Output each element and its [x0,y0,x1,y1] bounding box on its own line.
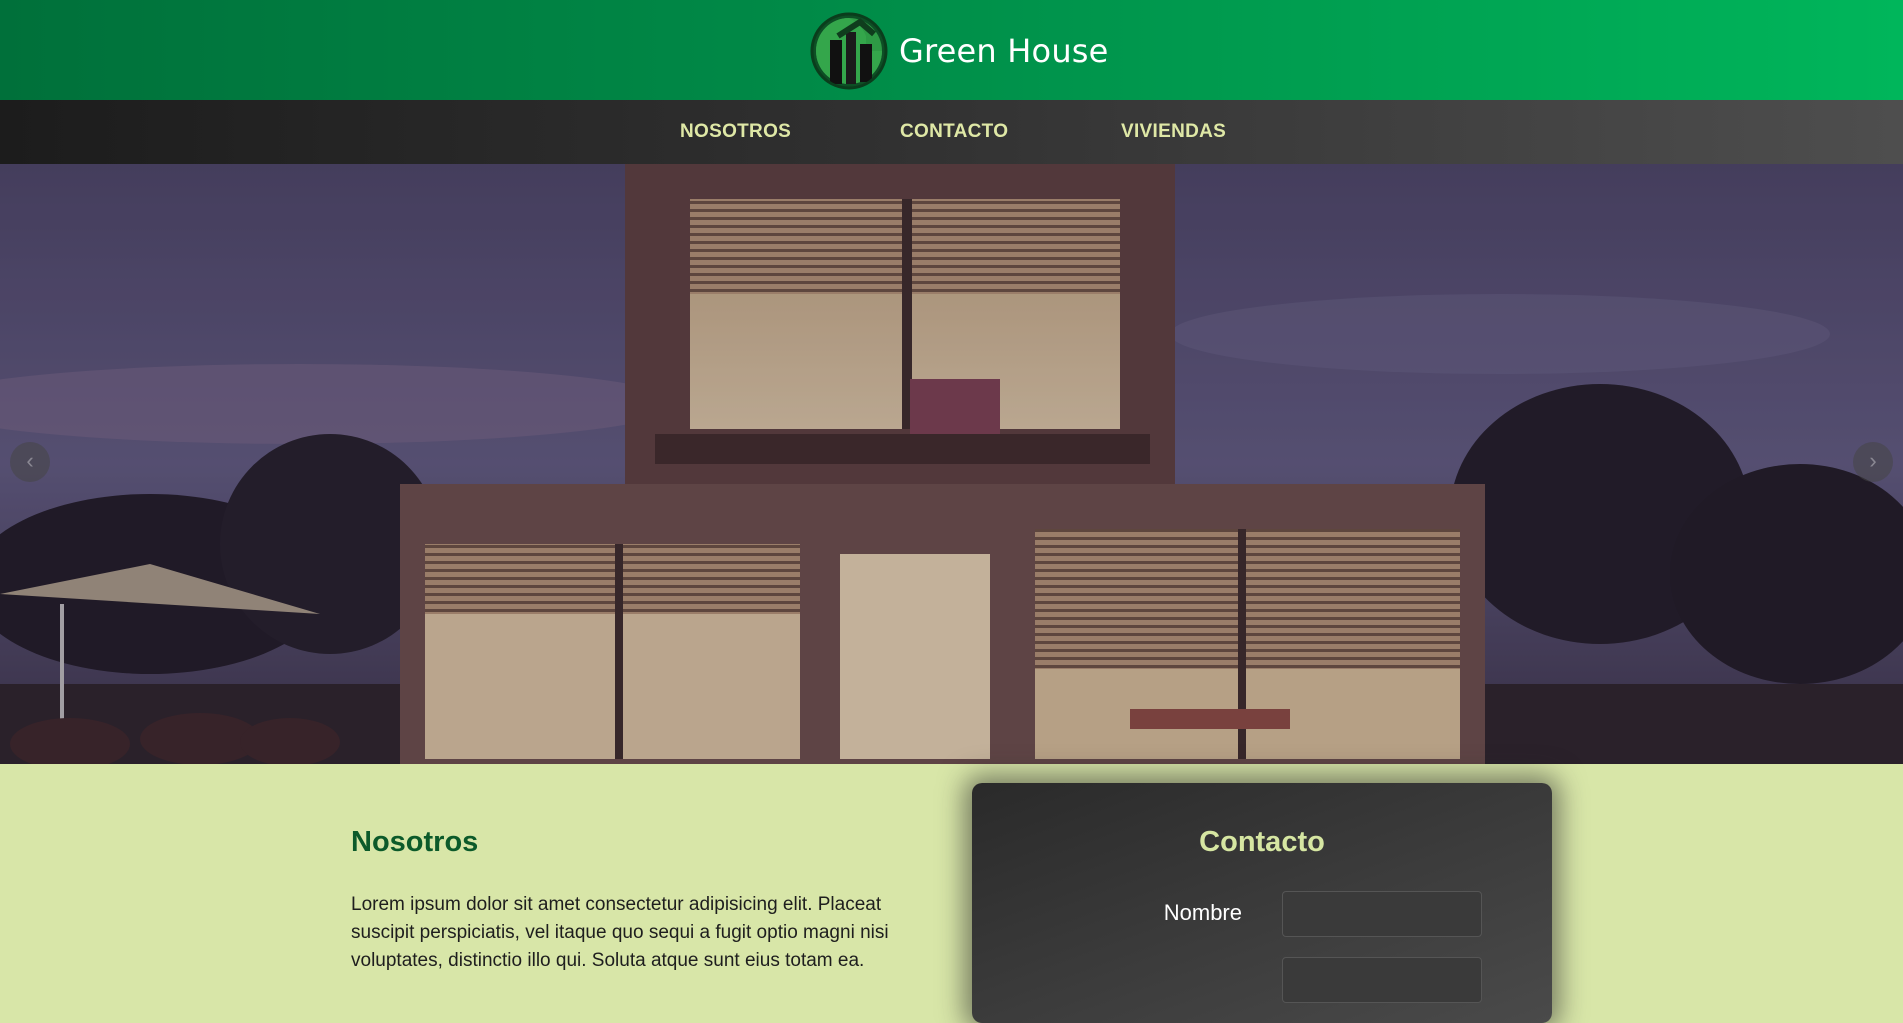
second-input[interactable] [1282,957,1482,1003]
carousel-prev-button[interactable]: ‹ [10,442,50,482]
site-header: Green House [0,0,1903,100]
about-text: Lorem ipsum dolor sit amet consectetur a… [351,894,889,971]
nav-item-contacto[interactable]: CONTACTO [900,100,1008,164]
chevron-right-icon: › [1869,448,1877,473]
name-input[interactable] [1282,891,1482,937]
nav-item-viviendas[interactable]: VIVIENDAS [1121,100,1226,164]
contact-title: Contacto [1199,826,1325,858]
contact-card: Contacto Nombre [972,783,1552,1023]
green-house-logo [810,12,888,90]
modern-house-photo [0,164,1903,764]
nav-item-nosotros[interactable]: NOSOTROS [680,100,791,164]
carousel-next-button[interactable]: › [1853,442,1893,482]
main-nav: NOSOTROS CONTACTO VIVIENDAS [0,100,1903,164]
brand-title: Green House [899,32,1109,70]
about-title: Nosotros [351,826,479,858]
hero-carousel: ‹ › [0,164,1903,764]
chevron-left-icon: ‹ [26,448,34,473]
name-label: Nombre [1163,900,1242,925]
brand[interactable]: Green House [808,10,1109,92]
